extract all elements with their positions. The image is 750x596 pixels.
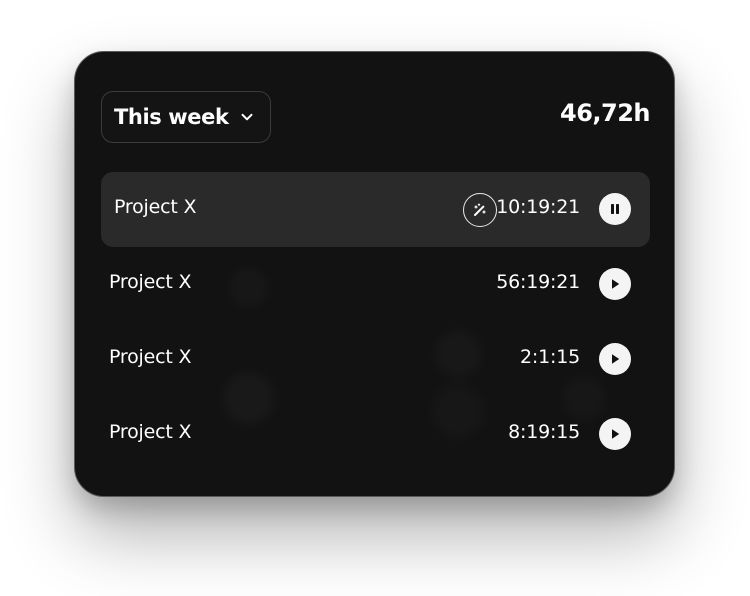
play-icon [608,277,622,291]
project-row[interactable]: Project X 8:19:15 [101,397,650,472]
project-time: 56:19:21 [496,271,580,293]
project-list: Project X 10:19:21 Project X 56:19:21 Pr… [101,172,650,472]
project-name: Project X [114,196,197,218]
total-hours: 46,72h [560,99,651,127]
chevron-down-icon [240,110,254,124]
project-name: Project X [109,346,192,368]
screen: This week 46,72h Project X 10:19:21 Proj… [0,0,750,596]
project-time: 8:19:15 [508,421,580,443]
period-select[interactable]: This week [101,91,271,143]
play-button[interactable] [599,268,631,300]
time-tracker-card: This week 46,72h Project X 10:19:21 Proj… [74,51,675,497]
project-name: Project X [109,271,192,293]
magic-wand-icon[interactable] [463,193,497,227]
period-label: This week [114,104,229,129]
project-time: 10:19:21 [496,196,580,218]
project-row[interactable]: Project X 2:1:15 [101,322,650,397]
play-icon [608,427,622,441]
project-time: 2:1:15 [520,346,580,368]
project-row-active[interactable]: Project X 10:19:21 [101,172,650,247]
play-button[interactable] [599,418,631,450]
card-header: This week 46,72h [101,91,651,145]
pause-icon [608,202,622,216]
play-button[interactable] [599,343,631,375]
pause-button[interactable] [599,193,631,225]
play-icon [608,352,622,366]
project-row[interactable]: Project X 56:19:21 [101,247,650,322]
project-name: Project X [109,421,192,443]
